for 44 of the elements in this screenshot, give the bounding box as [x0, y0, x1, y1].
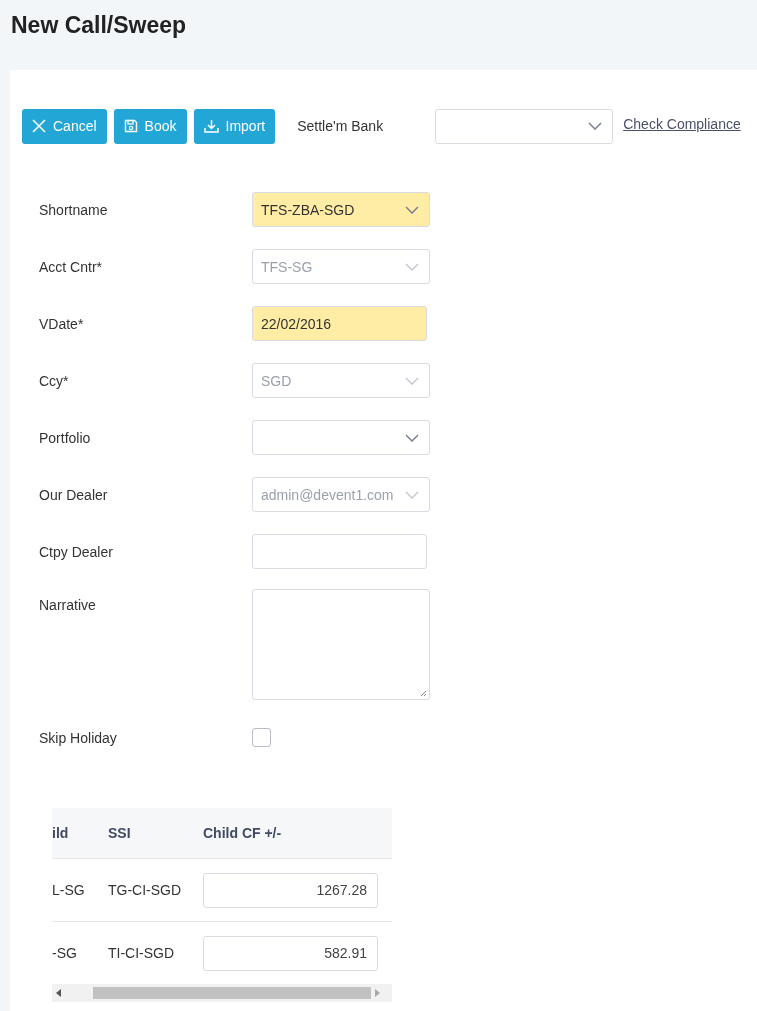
table-cell-text: -SG	[52, 945, 78, 961]
amount-field[interactable]: 582.91	[203, 935, 378, 971]
field-label: Ccy*	[39, 372, 70, 389]
scroll-left-icon[interactable]	[56, 989, 61, 997]
chevron-down-icon	[405, 262, 419, 271]
chevron-down-icon	[405, 205, 419, 214]
dropdown-field[interactable]	[252, 420, 430, 455]
field-label: Shortname	[39, 201, 109, 218]
field-label: Ctpy Dealer	[39, 543, 114, 560]
table-cell-text: TI-CI-SGD	[108, 945, 176, 961]
chevron-down-icon	[405, 490, 419, 499]
table-cell-text: L-SG	[52, 882, 86, 898]
column-header: Child CF +/-	[203, 825, 283, 841]
input-field[interactable]	[252, 534, 427, 569]
field-label: Our Dealer	[39, 486, 109, 503]
column-header: SSI	[108, 825, 132, 841]
close-icon	[32, 119, 46, 133]
field-label: Acct Cntr*	[39, 258, 103, 275]
import-button[interactable]: Import	[193, 108, 276, 144]
input-field[interactable]: 22/02/2016	[252, 306, 427, 341]
chevron-down-icon	[405, 376, 419, 385]
field-label: Portfolio	[39, 429, 92, 446]
book-button[interactable]: Book	[113, 108, 187, 144]
textarea-field[interactable]	[252, 589, 430, 700]
amount-field[interactable]: 1267.28	[203, 872, 378, 908]
column-header: ild	[52, 825, 70, 841]
table-cell-text: TG-CI-SGD	[108, 882, 183, 898]
horizontal-scrollbar[interactable]	[52, 984, 392, 1002]
chevron-down-icon	[405, 433, 419, 442]
cancel-button[interactable]: Cancel	[22, 108, 107, 144]
save-icon	[123, 119, 138, 133]
check-compliance-link[interactable]: Check Compliance	[623, 115, 741, 132]
scroll-right-icon[interactable]	[375, 989, 380, 997]
field-label: VDate*	[39, 315, 85, 332]
dropdown-field[interactable]: TFS-ZBA-SGD	[252, 192, 430, 227]
dropdown-field[interactable]	[435, 108, 614, 144]
field-label: Narrative	[39, 597, 97, 613]
checkbox[interactable]	[252, 728, 271, 747]
chevron-down-icon	[588, 122, 603, 130]
resize-grip-icon[interactable]	[420, 690, 427, 697]
page-title: New Call/Sweep	[10, 11, 188, 40]
download-icon	[203, 119, 219, 133]
field-label: Settle'm Bank	[297, 118, 385, 134]
field-label: Skip Holiday	[39, 729, 118, 746]
